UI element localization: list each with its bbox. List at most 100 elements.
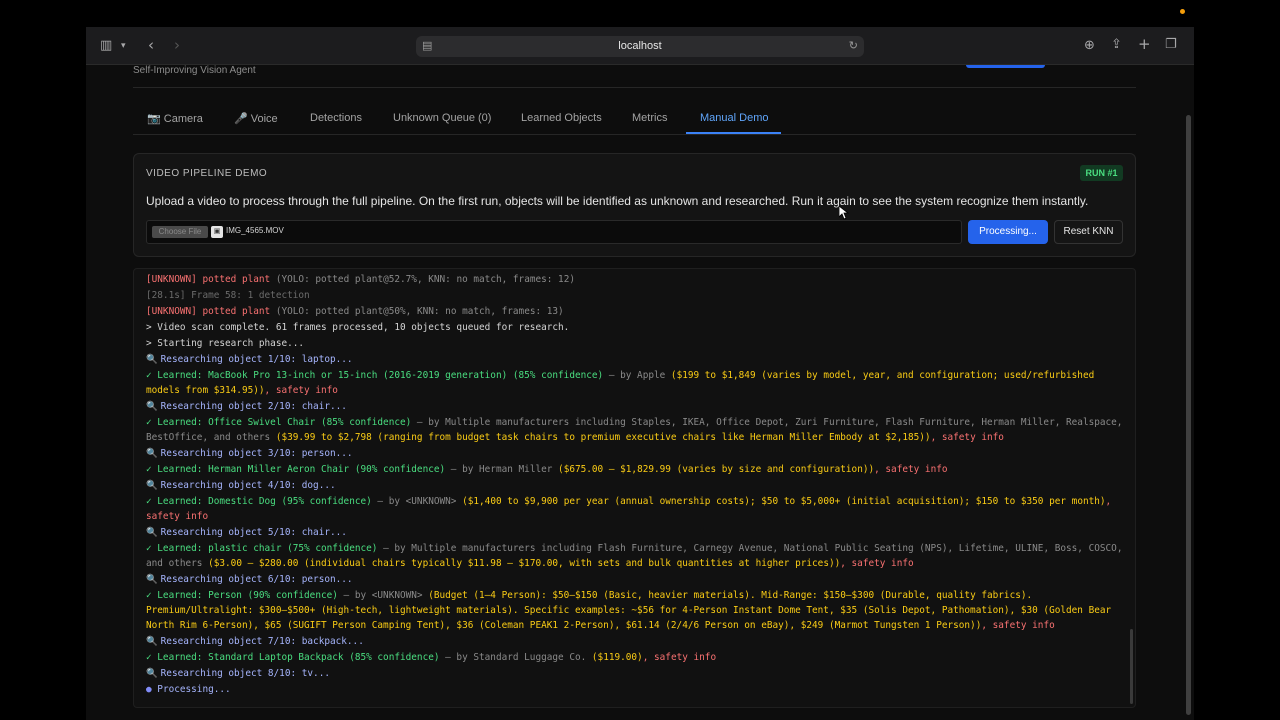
log-segment: ($3.00 – $280.00 (individual chairs typi… bbox=[208, 558, 841, 569]
log-segment: Researching object 2/10: chair... bbox=[160, 401, 347, 412]
log-segment: ✓ Learned: Domestic Dog (95% confidence) bbox=[146, 496, 372, 507]
tab-learned-objects[interactable]: Learned Objects bbox=[521, 112, 602, 124]
log-line: ✓ Learned: Domestic Dog (95% confidence)… bbox=[146, 494, 1126, 524]
log-segment: — by <UNKNOWN> bbox=[371, 496, 463, 507]
card-title: VIDEO PIPELINE DEMO bbox=[146, 168, 268, 179]
reset-knn-button[interactable]: Reset KNN bbox=[1054, 220, 1123, 244]
download-icon[interactable]: ⊕ bbox=[1084, 39, 1095, 53]
tab-bar: 📷 Camera 🎤 Voice Detections Unknown Queu… bbox=[133, 101, 1136, 135]
log-line: ● Processing... bbox=[146, 682, 1126, 697]
log-segment: ($39.99 to $2,798 (ranging from budget t… bbox=[275, 432, 931, 443]
new-tab-icon[interactable]: + bbox=[1138, 37, 1151, 52]
log-segment: , safety info bbox=[981, 620, 1055, 631]
log-segment: — by Apple bbox=[603, 370, 671, 381]
log-segment: 🔍 bbox=[146, 574, 161, 585]
chevron-down-icon[interactable]: ▾ bbox=[121, 39, 126, 53]
log-line: ✓ Learned: plastic chair (75% confidence… bbox=[146, 541, 1126, 571]
log-segment: ✓ Learned: Herman Miller Aeron Chair (90… bbox=[146, 464, 446, 475]
log-segment: , safety info bbox=[874, 464, 948, 475]
log-segment: Researching object 3/10: person... bbox=[160, 448, 353, 459]
log-line: 🔍 Researching object 4/10: dog... bbox=[146, 478, 1126, 493]
file-icon: ▣ bbox=[211, 226, 223, 238]
log-segment: 🔍 bbox=[146, 448, 161, 459]
file-input[interactable]: Choose File ▣ IMG_4565.MOV bbox=[146, 220, 962, 244]
log-segment: ($675.00 – $1,829.99 (varies by size and… bbox=[558, 464, 875, 475]
pipeline-log[interactable]: [UNKNOWN] potted plant (YOLO: potted pla… bbox=[133, 268, 1136, 708]
share-icon[interactable]: ⇪ bbox=[1111, 38, 1122, 52]
log-segment: , safety info bbox=[840, 558, 914, 569]
log-segment: 🔍 bbox=[146, 354, 161, 365]
log-segment: ● bbox=[146, 684, 158, 695]
log-segment: — by Standard Luggage Co. bbox=[439, 652, 592, 663]
log-line: 🔍 Researching object 2/10: chair... bbox=[146, 399, 1126, 414]
log-segment: 🔍 bbox=[146, 527, 161, 538]
log-line: ✓ Learned: Standard Laptop Backpack (85%… bbox=[146, 650, 1126, 665]
log-segment: [28.1s] Frame 58: 1 detection bbox=[146, 290, 310, 301]
log-line: [UNKNOWN] potted plant (YOLO: potted pla… bbox=[146, 304, 1126, 319]
log-line: 🔍 Researching object 3/10: person... bbox=[146, 446, 1126, 461]
log-segment: ✓ Learned: Standard Laptop Backpack (85%… bbox=[146, 652, 440, 663]
log-segment: (YOLO: potted plant@50%, KNN: no match, … bbox=[275, 306, 564, 317]
header-button[interactable] bbox=[966, 65, 1045, 68]
log-segment: 🔍 bbox=[146, 636, 161, 647]
page-scrollbar[interactable] bbox=[1186, 115, 1191, 715]
choose-file-button[interactable]: Choose File bbox=[152, 226, 208, 238]
log-scrollbar[interactable] bbox=[1130, 629, 1133, 704]
log-line: ✓ Learned: Person (90% confidence) — by … bbox=[146, 588, 1126, 633]
tab-detections[interactable]: Detections bbox=[310, 112, 362, 124]
log-line: 🔍 Researching object 6/10: person... bbox=[146, 572, 1126, 587]
log-segment: [UNKNOWN] bbox=[146, 306, 197, 317]
log-segment: — by <UNKNOWN> bbox=[337, 590, 429, 601]
log-segment: Researching object 4/10: dog... bbox=[160, 480, 336, 491]
page-content: Self-Improving Vision Agent 📷 Camera 🎤 V… bbox=[86, 65, 1194, 720]
log-line: 🔍 Researching object 1/10: laptop... bbox=[146, 352, 1126, 367]
log-segment: ✓ Learned: MacBook Pro 13-inch or 15-inc… bbox=[146, 370, 604, 381]
log-line: 🔍 Researching object 5/10: chair... bbox=[146, 525, 1126, 540]
notification-dot bbox=[1180, 9, 1185, 14]
log-segment: 🔍 bbox=[146, 480, 161, 491]
log-segment: , safety info bbox=[930, 432, 1004, 443]
log-segment: , safety info bbox=[642, 652, 717, 663]
app-subtitle: Self-Improving Vision Agent bbox=[133, 65, 256, 76]
processing-button[interactable]: Processing... bbox=[968, 220, 1048, 244]
tab-voice[interactable]: 🎤 Voice bbox=[234, 112, 278, 125]
log-segment: ✓ Learned: plastic chair (75% confidence… bbox=[146, 543, 378, 554]
tab-manual-demo[interactable]: Manual Demo bbox=[700, 112, 768, 124]
tab-camera[interactable]: 📷 Camera bbox=[147, 112, 203, 125]
log-line: 🔍 Researching object 8/10: tv... bbox=[146, 666, 1126, 681]
log-segment: 🔍 bbox=[146, 401, 161, 412]
log-segment: Processing... bbox=[157, 684, 231, 695]
address-bar[interactable]: ▤ localhost ↻ bbox=[416, 36, 864, 57]
log-segment: (YOLO: potted plant@52.7%, KNN: no match… bbox=[275, 274, 575, 285]
log-segment: potted plant bbox=[196, 274, 276, 285]
reload-icon[interactable]: ↻ bbox=[849, 39, 858, 52]
browser-window: ▥ ▾ ‹ › ▤ localhost ↻ ⊕ ⇪ + ❐ Self-Impro… bbox=[86, 27, 1194, 720]
log-segment: potted plant bbox=[196, 306, 276, 317]
log-line: [28.1s] Frame 58: 1 detection bbox=[146, 288, 1126, 303]
log-segment: — by Herman Miller bbox=[445, 464, 559, 475]
back-icon[interactable]: ‹ bbox=[148, 38, 154, 53]
file-name: IMG_4565.MOV bbox=[226, 226, 284, 235]
log-segment: > Video scan complete. 61 frames process… bbox=[146, 322, 570, 333]
log-segment: Researching object 8/10: tv... bbox=[160, 668, 330, 679]
url-text: localhost bbox=[618, 40, 662, 52]
log-segment: Researching object 6/10: person... bbox=[160, 574, 353, 585]
log-segment: 🔍 bbox=[146, 668, 161, 679]
log-segment: ($1,400 to $9,900 per year (annual owner… bbox=[462, 496, 1106, 507]
log-line: [UNKNOWN] potted plant (YOLO: potted pla… bbox=[146, 272, 1126, 287]
tab-overview-icon[interactable]: ❐ bbox=[1165, 38, 1177, 52]
tab-unknown-queue[interactable]: Unknown Queue (0) bbox=[393, 112, 491, 124]
header-divider bbox=[133, 87, 1136, 88]
run-badge: RUN #1 bbox=[1080, 165, 1123, 181]
card-description: Upload a video to process through the fu… bbox=[146, 194, 1089, 208]
log-line: > Starting research phase... bbox=[146, 336, 1126, 351]
log-segment: ($119.00) bbox=[591, 652, 643, 663]
forward-icon[interactable]: › bbox=[174, 38, 180, 53]
log-segment: > Starting research phase... bbox=[146, 338, 305, 349]
log-line: ✓ Learned: Office Swivel Chair (85% conf… bbox=[146, 415, 1126, 445]
log-line: > Video scan complete. 61 frames process… bbox=[146, 320, 1126, 335]
log-segment: [UNKNOWN] bbox=[146, 274, 197, 285]
tab-metrics[interactable]: Metrics bbox=[632, 112, 667, 124]
sidebar-toggle-icon[interactable]: ▥ bbox=[100, 39, 112, 53]
log-segment: Researching object 1/10: laptop... bbox=[160, 354, 353, 365]
